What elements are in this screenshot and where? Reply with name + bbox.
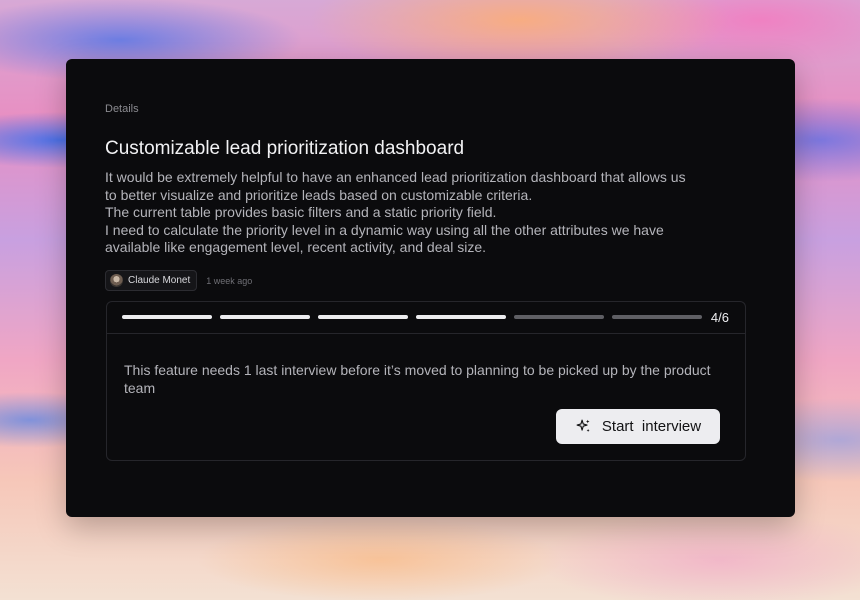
feature-description: It would be extremely helpful to have an… — [105, 169, 755, 257]
progress-count: 4/6 — [710, 310, 729, 325]
description-line: It would be extremely helpful to have an… — [105, 169, 686, 185]
interview-progress-panel: 4/6 This feature needs 1 last interview … — [106, 301, 746, 461]
sparkle-icon — [576, 419, 590, 432]
description-line: The current table provides basic filters… — [105, 204, 497, 220]
meta-row: Claude Monet 1 week ago — [105, 270, 252, 291]
avatar — [110, 274, 123, 287]
author-chip[interactable]: Claude Monet — [105, 270, 198, 291]
progress-segment — [220, 315, 310, 319]
description-line: to better visualize and prioritize leads… — [105, 186, 533, 203]
page-title: Customizable lead prioritization dashboa… — [105, 138, 465, 159]
description-line: available like engagement level, recent … — [105, 239, 487, 255]
progress-bar: 4/6 — [107, 302, 745, 334]
posted-time: 1 week ago — [206, 275, 253, 286]
status-message: This feature needs 1 last interview befo… — [124, 362, 711, 396]
start-interview-button[interactable]: Start interview — [556, 409, 720, 444]
author-name: Claude Monet — [128, 275, 191, 286]
progress-segment — [612, 315, 702, 319]
start-interview-label: Start interview — [601, 418, 702, 435]
progress-segment — [416, 315, 506, 319]
progress-segment — [318, 315, 408, 319]
feature-details-card: Details Customizable lead prioritization… — [66, 59, 795, 517]
description-line: I need to calculate the priority level i… — [105, 221, 664, 238]
breadcrumb: Details — [105, 103, 139, 115]
progress-segment — [514, 315, 604, 319]
progress-segment — [122, 315, 212, 319]
